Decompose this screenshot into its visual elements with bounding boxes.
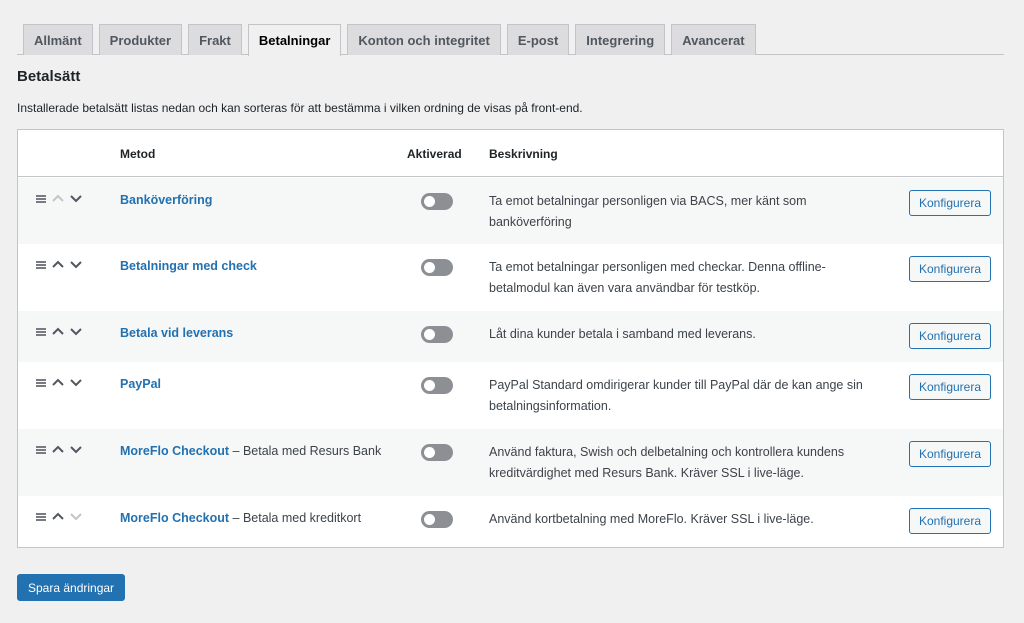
enabled-toggle[interactable]: [421, 193, 453, 210]
table-row: MoreFlo Checkout – Betala med Resurs Ban…: [18, 429, 1003, 496]
method-name-link[interactable]: MoreFlo Checkout: [120, 511, 229, 525]
tab-betalningar[interactable]: Betalningar: [247, 24, 342, 56]
configure-button[interactable]: Konfigurera: [909, 323, 991, 349]
toggle-knob: [424, 329, 435, 340]
enabled-toggle[interactable]: [421, 326, 453, 343]
table-row: Betalningar med check Ta emot betalningar…: [18, 244, 1003, 311]
section-intro: Installerade betalsätt listas nedan och …: [17, 101, 583, 115]
enabled-toggle[interactable]: [421, 444, 453, 461]
configure-button[interactable]: Konfigurera: [909, 374, 991, 400]
move-down-icon[interactable]: [70, 444, 82, 455]
method-cell: MoreFlo Checkout – Betala med Resurs Ban…: [120, 444, 381, 458]
description-line: Använd faktura, Swish och delbetalning o…: [489, 445, 845, 459]
enabled-toggle[interactable]: [421, 259, 453, 276]
sort-controls: [36, 326, 82, 337]
method-cell: Banköverföring: [120, 193, 212, 207]
description-line: Ta emot betalningar personligen via BACS…: [489, 194, 807, 208]
drag-handle-icon[interactable]: [36, 194, 46, 203]
drag-handle-icon[interactable]: [36, 260, 46, 269]
sort-controls: [36, 444, 82, 455]
tab-avancerat[interactable]: Avancerat: [671, 24, 756, 55]
table-row: PayPal PayPal Standard omdirigerar kunder…: [18, 362, 1003, 429]
method-description: Ta emot betalningar personligen med chec…: [489, 257, 869, 299]
move-up-icon[interactable]: [52, 511, 64, 522]
save-changes-button[interactable]: Spara ändringar: [17, 574, 126, 601]
drag-handle-icon[interactable]: [36, 512, 46, 521]
tab-integrering[interactable]: Integrering: [575, 24, 666, 55]
move-up-icon[interactable]: [52, 444, 64, 455]
method-cell: Betala vid leverans: [120, 326, 233, 340]
toggle-knob: [424, 196, 435, 207]
tab-allmänt[interactable]: Allmänt: [23, 24, 93, 55]
description-line: betalningsinformation.: [489, 399, 612, 413]
toggle-knob: [424, 262, 435, 273]
header-method: Metod: [120, 147, 156, 161]
table-row: Betala vid leverans Låt dina kunder betal…: [18, 311, 1003, 362]
description-line: betalmodul kan även vara användbar för t…: [489, 281, 761, 295]
move-down-icon[interactable]: [70, 377, 82, 388]
header-description: Beskrivning: [489, 147, 558, 161]
method-suffix: – Betala med kreditkort: [229, 511, 362, 525]
payment-methods-table: Metod Aktiverad Beskrivning Banköverföri…: [17, 129, 1004, 548]
description-line: PayPal Standard omdirigerar kunder till …: [489, 378, 863, 392]
method-description: Använd faktura, Swish och delbetalning o…: [489, 442, 869, 484]
move-down-icon[interactable]: [70, 326, 82, 337]
tab-konton-och-integritet[interactable]: Konton och integritet: [347, 24, 501, 55]
header-enabled: Aktiverad: [407, 147, 462, 161]
method-name-link[interactable]: Betalningar med check: [120, 259, 257, 273]
drag-handle-icon[interactable]: [36, 378, 46, 387]
method-name-link[interactable]: PayPal: [120, 377, 161, 391]
table-header: Metod Aktiverad Beskrivning: [18, 130, 1003, 177]
section-title: Betalsätt: [17, 68, 81, 85]
method-name-link[interactable]: MoreFlo Checkout: [120, 444, 229, 458]
toggle-knob: [424, 380, 435, 391]
method-suffix: – Betala med Resurs Bank: [229, 444, 382, 458]
tab-frakt[interactable]: Frakt: [188, 24, 242, 55]
method-cell: MoreFlo Checkout – Betala med kreditkort: [120, 511, 361, 525]
method-name-link[interactable]: Betala vid leverans: [120, 326, 233, 340]
description-line: Låt dina kunder betala i samband med lev…: [489, 327, 756, 341]
configure-button[interactable]: Konfigurera: [909, 508, 991, 534]
description-line: Ta emot betalningar personligen med chec…: [489, 260, 826, 274]
method-name-link[interactable]: Banköverföring: [120, 193, 212, 207]
method-cell: Betalningar med check: [120, 259, 257, 273]
settings-tabs: Allmänt Produkter Frakt Betalningar Konton o…: [17, 24, 1004, 56]
sort-controls: [36, 377, 82, 388]
enabled-toggle[interactable]: [421, 377, 453, 394]
method-description: Låt dina kunder betala i samband med lev…: [489, 324, 869, 345]
enabled-toggle[interactable]: [421, 511, 453, 528]
move-down-icon[interactable]: [70, 259, 82, 270]
drag-handle-icon[interactable]: [36, 327, 46, 336]
drag-handle-icon[interactable]: [36, 445, 46, 454]
move-up-icon: [52, 193, 64, 204]
move-down-icon: [70, 511, 82, 522]
sort-controls: [36, 193, 82, 204]
method-description: Använd kortbetalning med MoreFlo. Kräver…: [489, 509, 869, 530]
move-up-icon[interactable]: [52, 326, 64, 337]
description-line: kreditvärdighet med Resurs Bank. Kräver …: [489, 466, 804, 480]
table-row: Banköverföring Ta emot betalningar person…: [18, 178, 1003, 244]
configure-button[interactable]: Konfigurera: [909, 256, 991, 282]
sort-controls: [36, 511, 82, 522]
toggle-knob: [424, 514, 435, 525]
move-up-icon[interactable]: [52, 377, 64, 388]
sort-controls: [36, 259, 82, 270]
table-row: MoreFlo Checkout – Betala med kreditkort…: [18, 496, 1003, 548]
tab-e-post[interactable]: E-post: [506, 24, 570, 55]
move-down-icon[interactable]: [70, 193, 82, 204]
configure-button[interactable]: Konfigurera: [909, 190, 991, 216]
move-up-icon[interactable]: [52, 259, 64, 270]
method-description: PayPal Standard omdirigerar kunder till …: [489, 375, 869, 417]
description-line: banköverföring: [489, 215, 572, 229]
description-line: Använd kortbetalning med MoreFlo. Kräver…: [489, 512, 814, 526]
method-cell: PayPal: [120, 377, 161, 391]
toggle-knob: [424, 447, 435, 458]
method-description: Ta emot betalningar personligen via BACS…: [489, 191, 869, 233]
configure-button[interactable]: Konfigurera: [909, 441, 991, 467]
tab-produkter[interactable]: Produkter: [98, 24, 183, 55]
